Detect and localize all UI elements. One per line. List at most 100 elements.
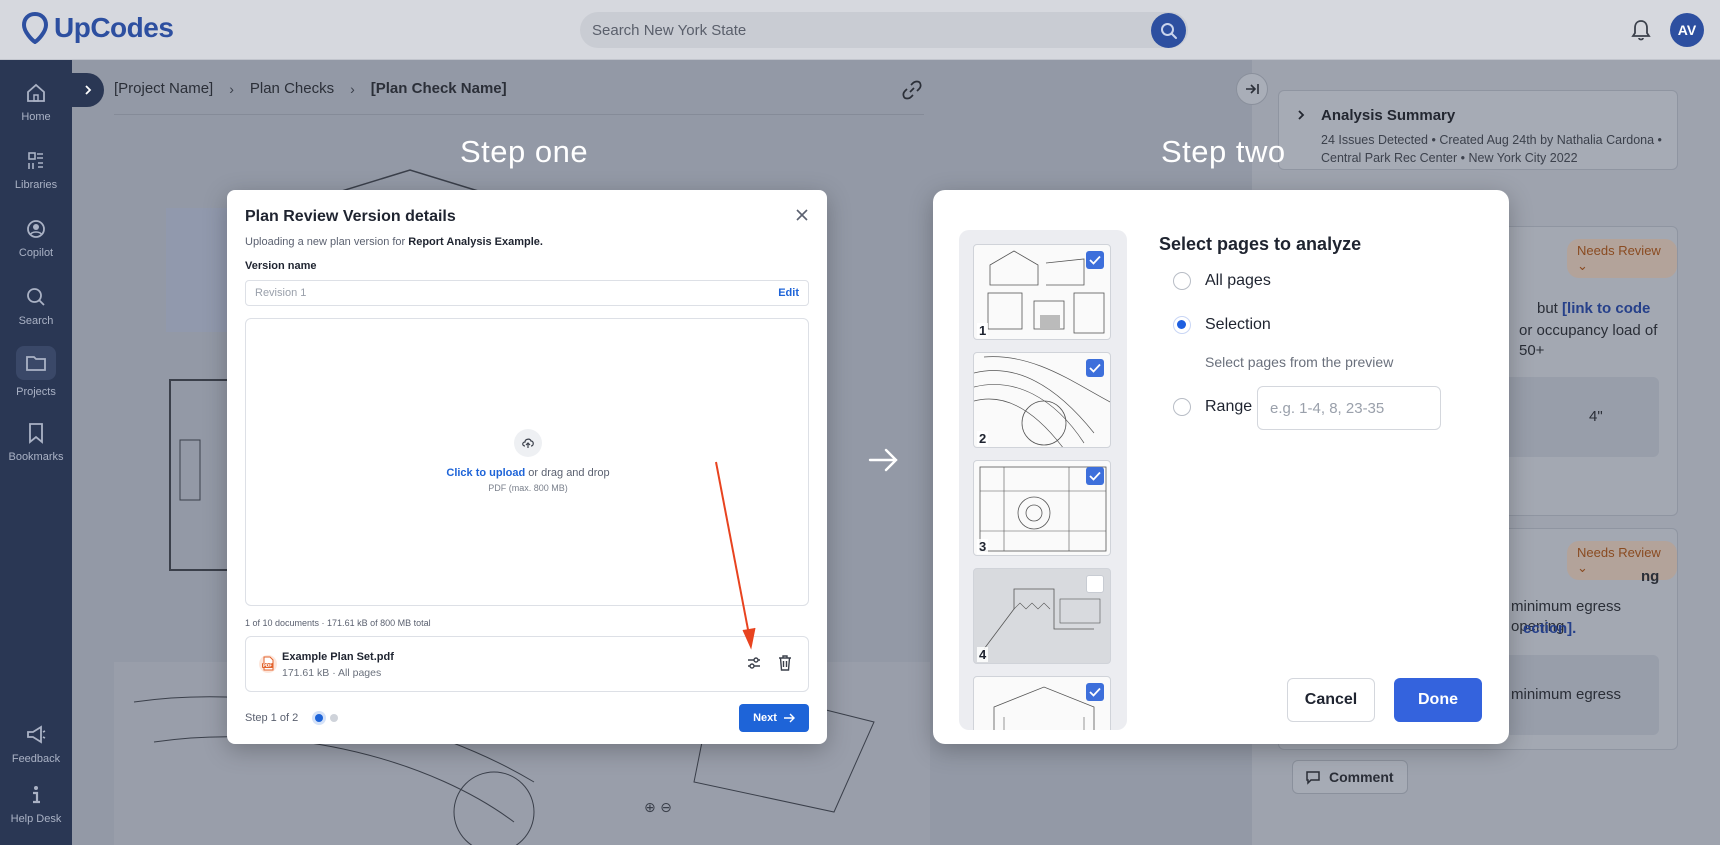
page-thumbnail[interactable]: 2 <box>973 352 1111 448</box>
comment-icon <box>1306 771 1320 785</box>
sidebar-label-libraries: Libraries <box>14 179 58 191</box>
sidebar-item-copilot[interactable]: Copilot <box>0 208 72 268</box>
range-input[interactable] <box>1257 386 1441 430</box>
collapse-panel-button[interactable] <box>1236 73 1268 105</box>
search-input[interactable] <box>592 12 1112 48</box>
bell-icon[interactable] <box>1630 18 1652 42</box>
file-meta: 171.61 kB · All pages <box>282 667 382 679</box>
check-icon <box>1089 471 1101 481</box>
sidebar-item-feedback[interactable]: Feedback <box>0 714 72 774</box>
link-icon[interactable] <box>902 80 922 100</box>
status-badge[interactable]: Needs Review ⌄ <box>1567 239 1677 278</box>
comment-button[interactable]: Comment <box>1292 760 1408 794</box>
breadcrumb: [Project Name] › Plan Checks › [Plan Che… <box>114 80 507 97</box>
next-button[interactable]: Next <box>739 704 809 732</box>
sidebar-label-copilot: Copilot <box>18 247 54 259</box>
page-checkbox[interactable] <box>1086 359 1104 377</box>
svg-text:PDF: PDF <box>263 663 272 668</box>
radio-selection[interactable] <box>1173 316 1191 334</box>
page-thumbnail[interactable]: 4 <box>973 568 1111 664</box>
page-thumbnail[interactable] <box>973 676 1111 730</box>
upload-rest-text: or drag and drop <box>528 467 610 479</box>
option-selection[interactable]: Selection <box>1173 316 1271 334</box>
option-range[interactable]: Range <box>1173 398 1252 416</box>
trash-icon[interactable] <box>777 654 793 672</box>
top-bar: UpCodes AV <box>0 0 1720 60</box>
page-preview-list[interactable]: 1 2 3 4 <box>959 230 1127 730</box>
option-label: All pages <box>1205 272 1271 289</box>
subtitle-prefix: Uploading a new plan version for <box>245 236 406 248</box>
option-label: Range <box>1205 398 1253 415</box>
done-button[interactable]: Done <box>1394 678 1482 722</box>
upcodes-logo[interactable]: UpCodes <box>22 12 174 44</box>
sidebar-label-projects: Projects <box>16 386 56 398</box>
sidebar-item-projects[interactable]: Projects <box>0 342 72 402</box>
user-avatar[interactable]: AV <box>1670 13 1704 47</box>
page-checkbox[interactable] <box>1086 251 1104 269</box>
sidebar-item-home[interactable]: Home <box>0 72 72 132</box>
breadcrumb-plan-check: [Plan Check Name] <box>370 80 507 97</box>
page-checkbox[interactable] <box>1086 683 1104 701</box>
upload-dropzone[interactable]: Click to upload or drag and drop PDF (ma… <box>245 318 809 606</box>
page-thumbnail[interactable]: 3 <box>973 460 1111 556</box>
page-checkbox[interactable] <box>1086 467 1104 485</box>
version-name-input[interactable] <box>255 281 735 305</box>
svg-text:⊕ ⊖: ⊕ ⊖ <box>644 800 672 816</box>
breadcrumb-divider <box>114 114 924 115</box>
option-label: Selection <box>1205 316 1271 333</box>
check-icon <box>1089 687 1101 697</box>
edit-button[interactable]: Edit <box>778 287 799 299</box>
code-link[interactable]: ection]. <box>1523 619 1576 639</box>
page-checkbox[interactable] <box>1086 575 1104 593</box>
radio-range[interactable] <box>1173 398 1191 416</box>
modal-subtitle: Uploading a new plan version for Report … <box>245 236 543 248</box>
radio-all-pages[interactable] <box>1173 272 1191 290</box>
version-name-label: Version name <box>245 260 317 272</box>
megaphone-icon <box>27 725 46 744</box>
bookmark-icon <box>29 423 43 444</box>
breadcrumb-plan-checks[interactable]: Plan Checks <box>250 80 334 97</box>
sidebar-item-help-desk[interactable]: Help Desk <box>0 774 72 834</box>
option-all-pages[interactable]: All pages <box>1173 272 1271 290</box>
issue-detail-text: minimum egress <box>1511 686 1622 703</box>
cancel-button[interactable]: Cancel <box>1287 678 1375 722</box>
page-number: 1 <box>977 323 989 338</box>
code-link[interactable]: [link to code <box>1562 300 1650 317</box>
click-to-upload-link[interactable]: Click to upload <box>446 467 525 479</box>
pdf-file-icon: PDF <box>259 655 277 673</box>
page-thumbnail[interactable]: 1 <box>973 244 1111 340</box>
status-badge[interactable]: Needs Review ⌄ <box>1567 541 1677 580</box>
page-number: 2 <box>977 431 989 446</box>
sidebar-label-home: Home <box>21 111 51 123</box>
sidebar-label-help-desk: Help Desk <box>10 813 62 825</box>
sidebar: Home Libraries Copilot Search Projects B… <box>0 60 72 845</box>
next-label: Next <box>753 712 777 724</box>
sidebar-item-bookmarks[interactable]: Bookmarks <box>0 412 72 472</box>
step-dot-active <box>315 714 323 722</box>
analysis-summary-meta: 24 Issues Detected • Created Aug 24th by… <box>1321 133 1662 165</box>
page-settings-icon[interactable] <box>746 655 762 671</box>
sidebar-item-libraries[interactable]: Libraries <box>0 140 72 200</box>
step-two-label: Step two <box>1161 134 1286 169</box>
close-icon[interactable] <box>795 208 809 222</box>
status-label: Needs Review <box>1577 545 1661 560</box>
select-pages-modal: 1 2 3 4 Select pages to analyze All page… <box>933 190 1509 744</box>
page-number: 3 <box>977 539 989 554</box>
issue-text-b: or occupancy load of 50+ <box>1519 322 1658 359</box>
breadcrumb-project[interactable]: [Project Name] <box>114 80 213 97</box>
sidebar-label-bookmarks: Bookmarks <box>8 451 64 463</box>
collapse-right-icon <box>1246 84 1259 94</box>
upload-cloud-icon <box>522 438 534 448</box>
file-name: Example Plan Set.pdf <box>282 651 394 663</box>
search-button[interactable] <box>1151 13 1186 48</box>
sidebar-item-search[interactable]: Search <box>0 276 72 336</box>
document-count: 1 of 10 documents · 171.61 kB of 800 MB … <box>245 618 431 628</box>
analysis-summary-card[interactable]: Analysis Summary 24 Issues Detected • Cr… <box>1278 90 1678 170</box>
chevron-right-icon <box>1298 110 1305 120</box>
issue-text-a: but <box>1537 300 1558 317</box>
issue-text: but [link to code <box>1537 299 1650 319</box>
libraries-icon <box>28 152 43 169</box>
sidebar-label-feedback: Feedback <box>11 753 61 765</box>
modal-title: Select pages to analyze <box>1159 234 1362 254</box>
folder-icon <box>26 356 46 371</box>
